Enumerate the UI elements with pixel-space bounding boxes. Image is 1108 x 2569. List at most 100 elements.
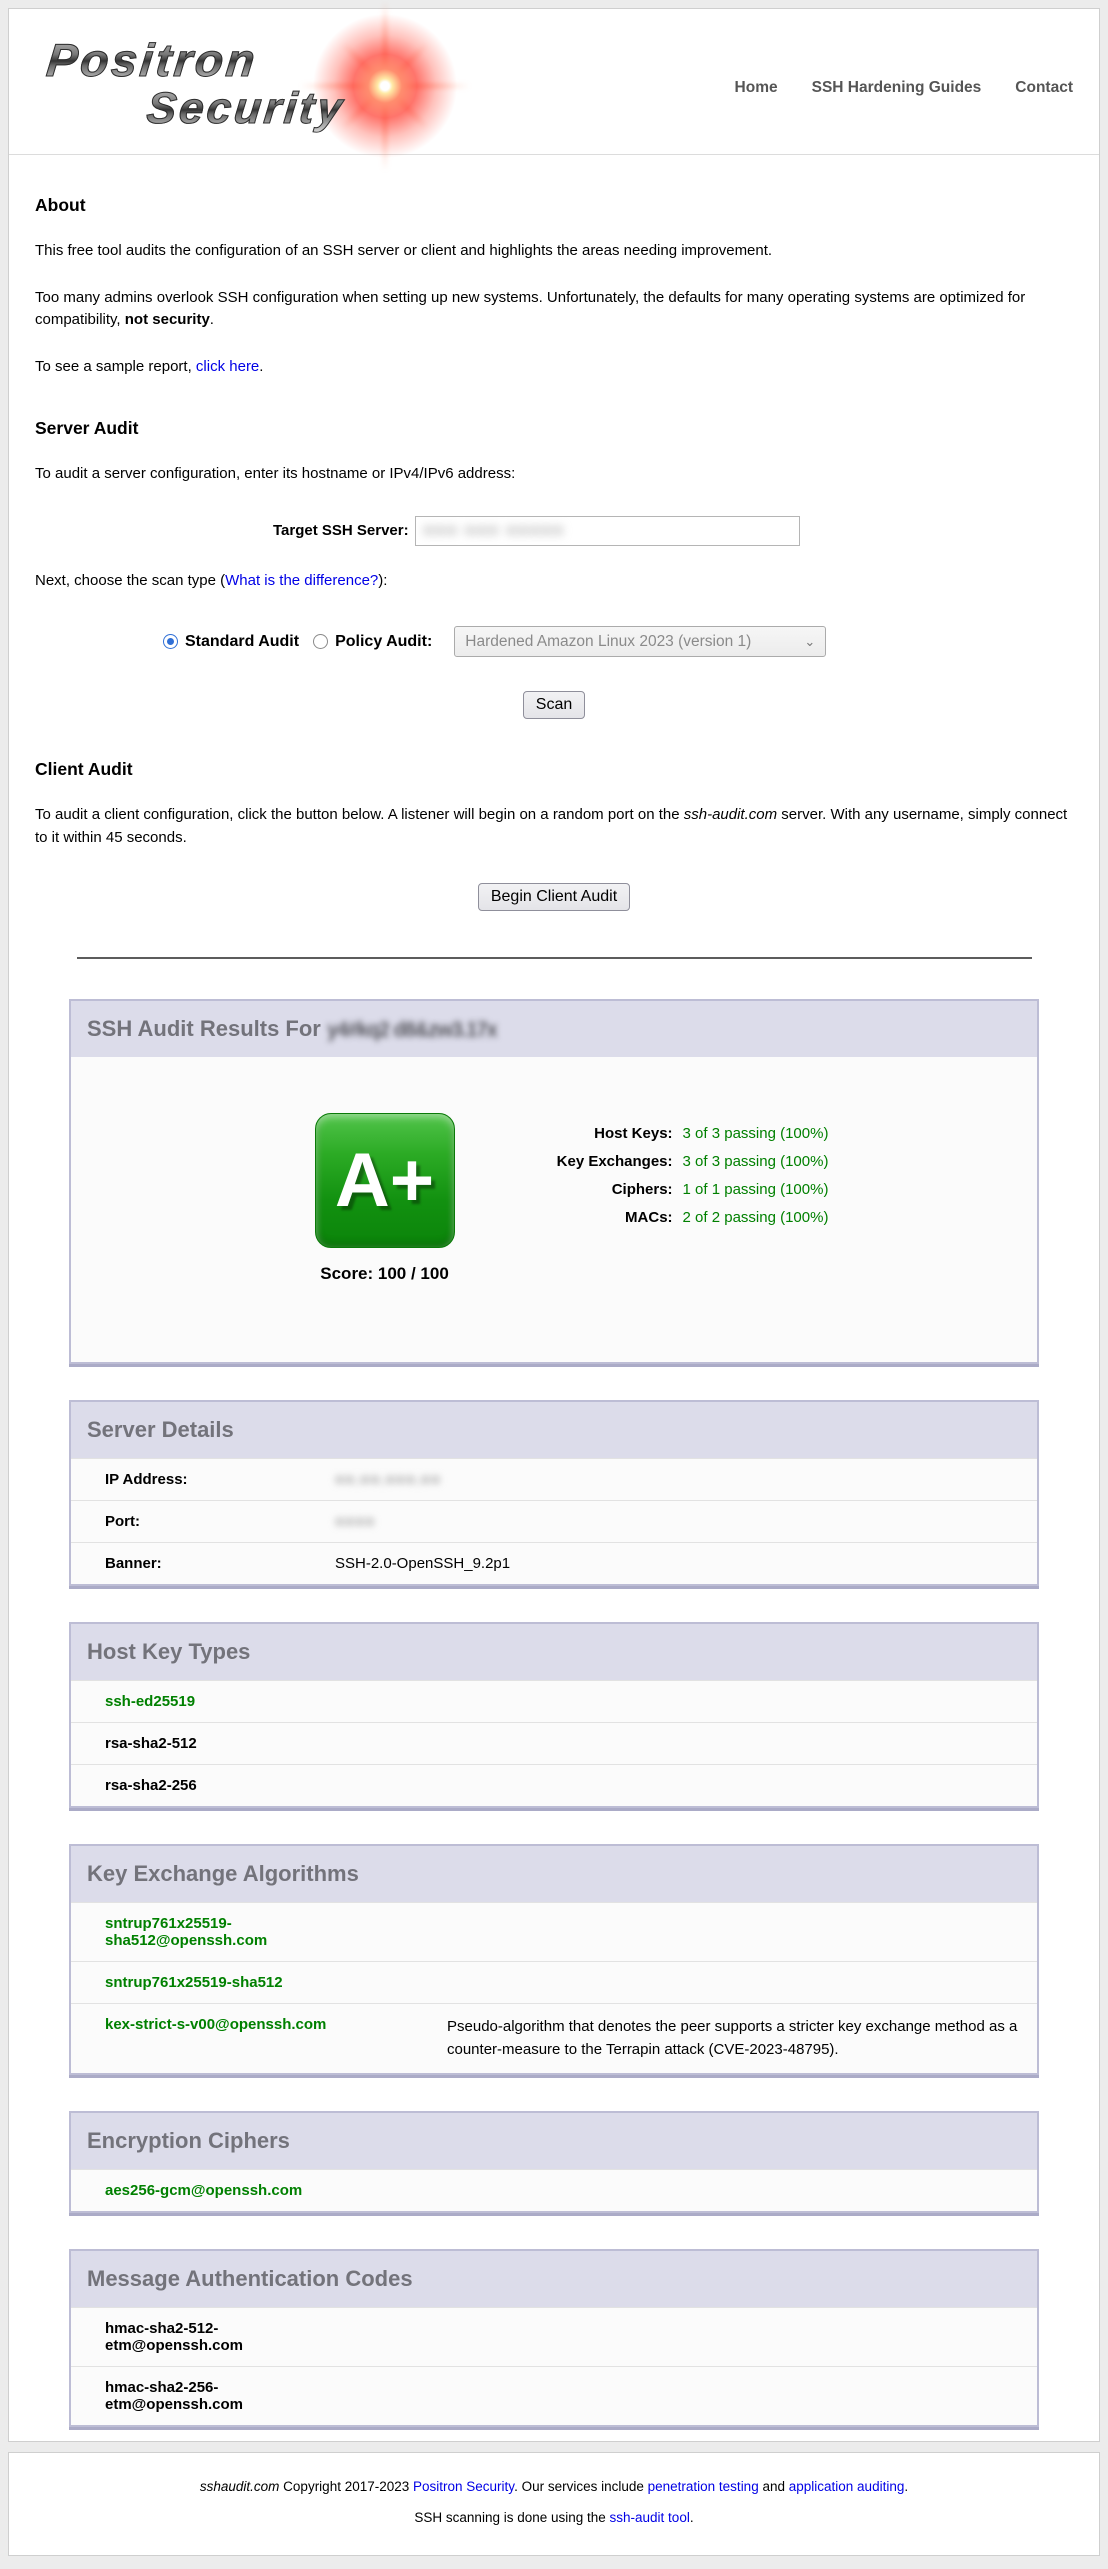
nav-home[interactable]: Home: [735, 79, 778, 97]
client-audit-domain: ssh-audit.com: [684, 806, 777, 823]
table-row: rsa-sha2-512: [71, 1722, 1037, 1764]
footer: sshaudit.com Copyright 2017-2023 Positro…: [8, 2452, 1100, 2556]
table-row: Banner: SSH-2.0-OpenSSH_9.2p1: [71, 1542, 1037, 1584]
application-auditing-link[interactable]: application auditing: [789, 2479, 905, 2494]
nav-contact[interactable]: Contact: [1015, 79, 1073, 97]
grade-letter: A+: [335, 1143, 434, 1219]
target-server-row: Target SSH Server: ●●● ●●● ●●●●●: [273, 516, 1073, 546]
ip-address-redacted-value: ●●.●●.●●●.●●: [335, 1471, 441, 1488]
server-audit-intro: To audit a server configuration, enter i…: [35, 463, 1073, 486]
site-header: Positron Security Home SSH Hardening Gui…: [9, 9, 1099, 155]
page: Positron Security Home SSH Hardening Gui…: [0, 8, 1108, 2556]
results-summary-body: A+ Score: 100 / 100 Host Keys: 3 of 3 pa…: [71, 1057, 1037, 1362]
standard-audit-radio[interactable]: [163, 634, 178, 649]
server-details-title: Server Details: [71, 1402, 1037, 1458]
stat-label: Ciphers:: [538, 1181, 673, 1198]
footer-and-text: and: [759, 2479, 789, 2494]
encryption-ciphers-box: Encryption Ciphers aes256-gcm@openssh.co…: [69, 2111, 1039, 2213]
footer-copyright: Copyright 2017-2023: [279, 2479, 413, 2494]
stat-value: 2 of 2 passing (100%): [673, 1209, 829, 1226]
main-nav: Home SSH Hardening Guides Contact: [735, 79, 1073, 97]
target-ssh-server-input[interactable]: ●●● ●●● ●●●●●: [415, 516, 800, 546]
client-audit-text: To audit a client configuration, click t…: [35, 806, 684, 823]
scan-type-paragraph: Next, choose the scan type (What is the …: [35, 570, 1073, 593]
about-p2-bold: not security: [125, 311, 210, 328]
stat-value: 3 of 3 passing (100%): [673, 1153, 829, 1170]
table-row: aes256-gcm@openssh.com: [71, 2169, 1037, 2211]
policy-audit-label[interactable]: Policy Audit:: [335, 633, 432, 651]
host-key-types-title: Host Key Types: [71, 1624, 1037, 1680]
table-row: sntrup761x25519-sha512@openssh.com: [71, 1902, 1037, 1961]
key-exchange-title: Key Exchange Algorithms: [71, 1846, 1037, 1902]
key-exchange-box: Key Exchange Algorithms sntrup761x25519-…: [69, 1844, 1039, 2075]
stat-row-key-exchanges: Key Exchanges: 3 of 3 passing (100%): [538, 1153, 829, 1170]
ssh-audit-tool-link[interactable]: ssh-audit tool: [610, 2510, 690, 2525]
scan-type-text: Next, choose the scan type (: [35, 572, 225, 589]
server-details-box: Server Details IP Address: ●●.●●.●●●.●● …: [69, 1400, 1039, 1586]
scan-type-difference-link[interactable]: What is the difference?: [225, 572, 378, 589]
scan-type-end: ):: [378, 572, 387, 589]
host-key-name: rsa-sha2-512: [105, 1735, 197, 1752]
macs-box: Message Authentication Codes hmac-sha2-5…: [69, 2249, 1039, 2427]
stats-column: Host Keys: 3 of 3 passing (100%) Key Exc…: [538, 1113, 829, 1284]
client-audit-heading: Client Audit: [35, 759, 1073, 780]
stat-label: Key Exchanges:: [538, 1153, 673, 1170]
begin-client-audit-row: Begin Client Audit: [35, 883, 1073, 911]
footer-site-name: sshaudit.com: [200, 2479, 280, 2494]
scan-button-row: Scan: [35, 691, 1073, 719]
kex-algorithm-desc: Pseudo-algorithm that denotes the peer s…: [355, 2016, 1021, 2061]
table-row: ssh-ed25519: [71, 1680, 1037, 1722]
scan-button[interactable]: Scan: [523, 691, 585, 719]
server-audit-heading: Server Audit: [35, 418, 1073, 439]
section-divider: [77, 957, 1032, 959]
about-p3-end: .: [259, 358, 263, 375]
stat-value: 1 of 1 passing (100%): [673, 1181, 829, 1198]
nav-ssh-hardening-guides[interactable]: SSH Hardening Guides: [812, 79, 982, 97]
positron-security-logo: Positron Security: [35, 23, 535, 151]
stat-row-ciphers: Ciphers: 1 of 1 passing (100%): [538, 1181, 829, 1198]
policy-select-value: Hardened Amazon Linux 2023 (version 1): [465, 633, 798, 651]
standard-audit-label[interactable]: Standard Audit: [185, 633, 299, 651]
footer-scanning-text: SSH scanning is done using the: [414, 2510, 609, 2525]
logo-text-line1: Positron: [45, 37, 538, 83]
table-row: Port: ●●●●: [71, 1500, 1037, 1542]
about-p3-text: To see a sample report,: [35, 358, 196, 375]
about-paragraph-1: This free tool audits the configuration …: [35, 240, 1073, 263]
stat-value: 3 of 3 passing (100%): [673, 1125, 829, 1142]
host-key-name: rsa-sha2-256: [105, 1777, 197, 1794]
stat-label: Host Keys:: [538, 1125, 673, 1142]
footer-line-1: sshaudit.com Copyright 2017-2023 Positro…: [19, 2479, 1089, 2494]
host-key-types-box: Host Key Types ssh-ed25519 rsa-sha2-512 …: [69, 1622, 1039, 1808]
grade-column: A+ Score: 100 / 100: [280, 1113, 490, 1284]
logo-text-line2: Security: [145, 87, 538, 131]
kex-algorithm-desc: [355, 1974, 1021, 1991]
macs-title: Message Authentication Codes: [71, 2251, 1037, 2307]
positron-security-link[interactable]: Positron Security: [413, 2479, 514, 2494]
about-paragraph-3: To see a sample report, click here.: [35, 356, 1073, 379]
stat-label: MACs:: [538, 1209, 673, 1226]
port-redacted-value: ●●●●: [335, 1513, 375, 1530]
banner-value: SSH-2.0-OpenSSH_9.2p1: [335, 1555, 510, 1572]
policy-select[interactable]: Hardened Amazon Linux 2023 (version 1) ⌄: [454, 626, 826, 657]
policy-audit-radio[interactable]: [313, 634, 328, 649]
cipher-name: aes256-gcm@openssh.com: [105, 2182, 302, 2199]
content: About This free tool audits the configur…: [9, 195, 1099, 2427]
target-server-label: Target SSH Server:: [273, 522, 409, 539]
kex-algorithm-desc: [355, 1915, 1021, 1949]
client-audit-paragraph: To audit a client configuration, click t…: [35, 804, 1073, 849]
table-row: IP Address: ●●.●●.●●●.●●: [71, 1458, 1037, 1500]
banner-label: Banner:: [105, 1555, 335, 1572]
footer-services-text: . Our services include: [514, 2479, 648, 2494]
footer-line2-end: .: [690, 2510, 694, 2525]
sample-report-link[interactable]: click here: [196, 358, 259, 375]
about-p2-end: .: [210, 311, 214, 328]
about-heading: About: [35, 195, 1073, 216]
results-title-prefix: SSH Audit Results For: [87, 1016, 327, 1041]
target-server-redacted-value: ●●● ●●● ●●●●●: [424, 522, 565, 540]
table-row: rsa-sha2-256: [71, 1764, 1037, 1806]
table-row: hmac-sha2-256-etm@openssh.com: [71, 2366, 1037, 2425]
about-paragraph-2: Too many admins overlook SSH configurati…: [35, 287, 1073, 332]
begin-client-audit-button[interactable]: Begin Client Audit: [478, 883, 630, 911]
penetration-testing-link[interactable]: penetration testing: [648, 2479, 759, 2494]
score-label: Score: 100 / 100: [280, 1264, 490, 1284]
